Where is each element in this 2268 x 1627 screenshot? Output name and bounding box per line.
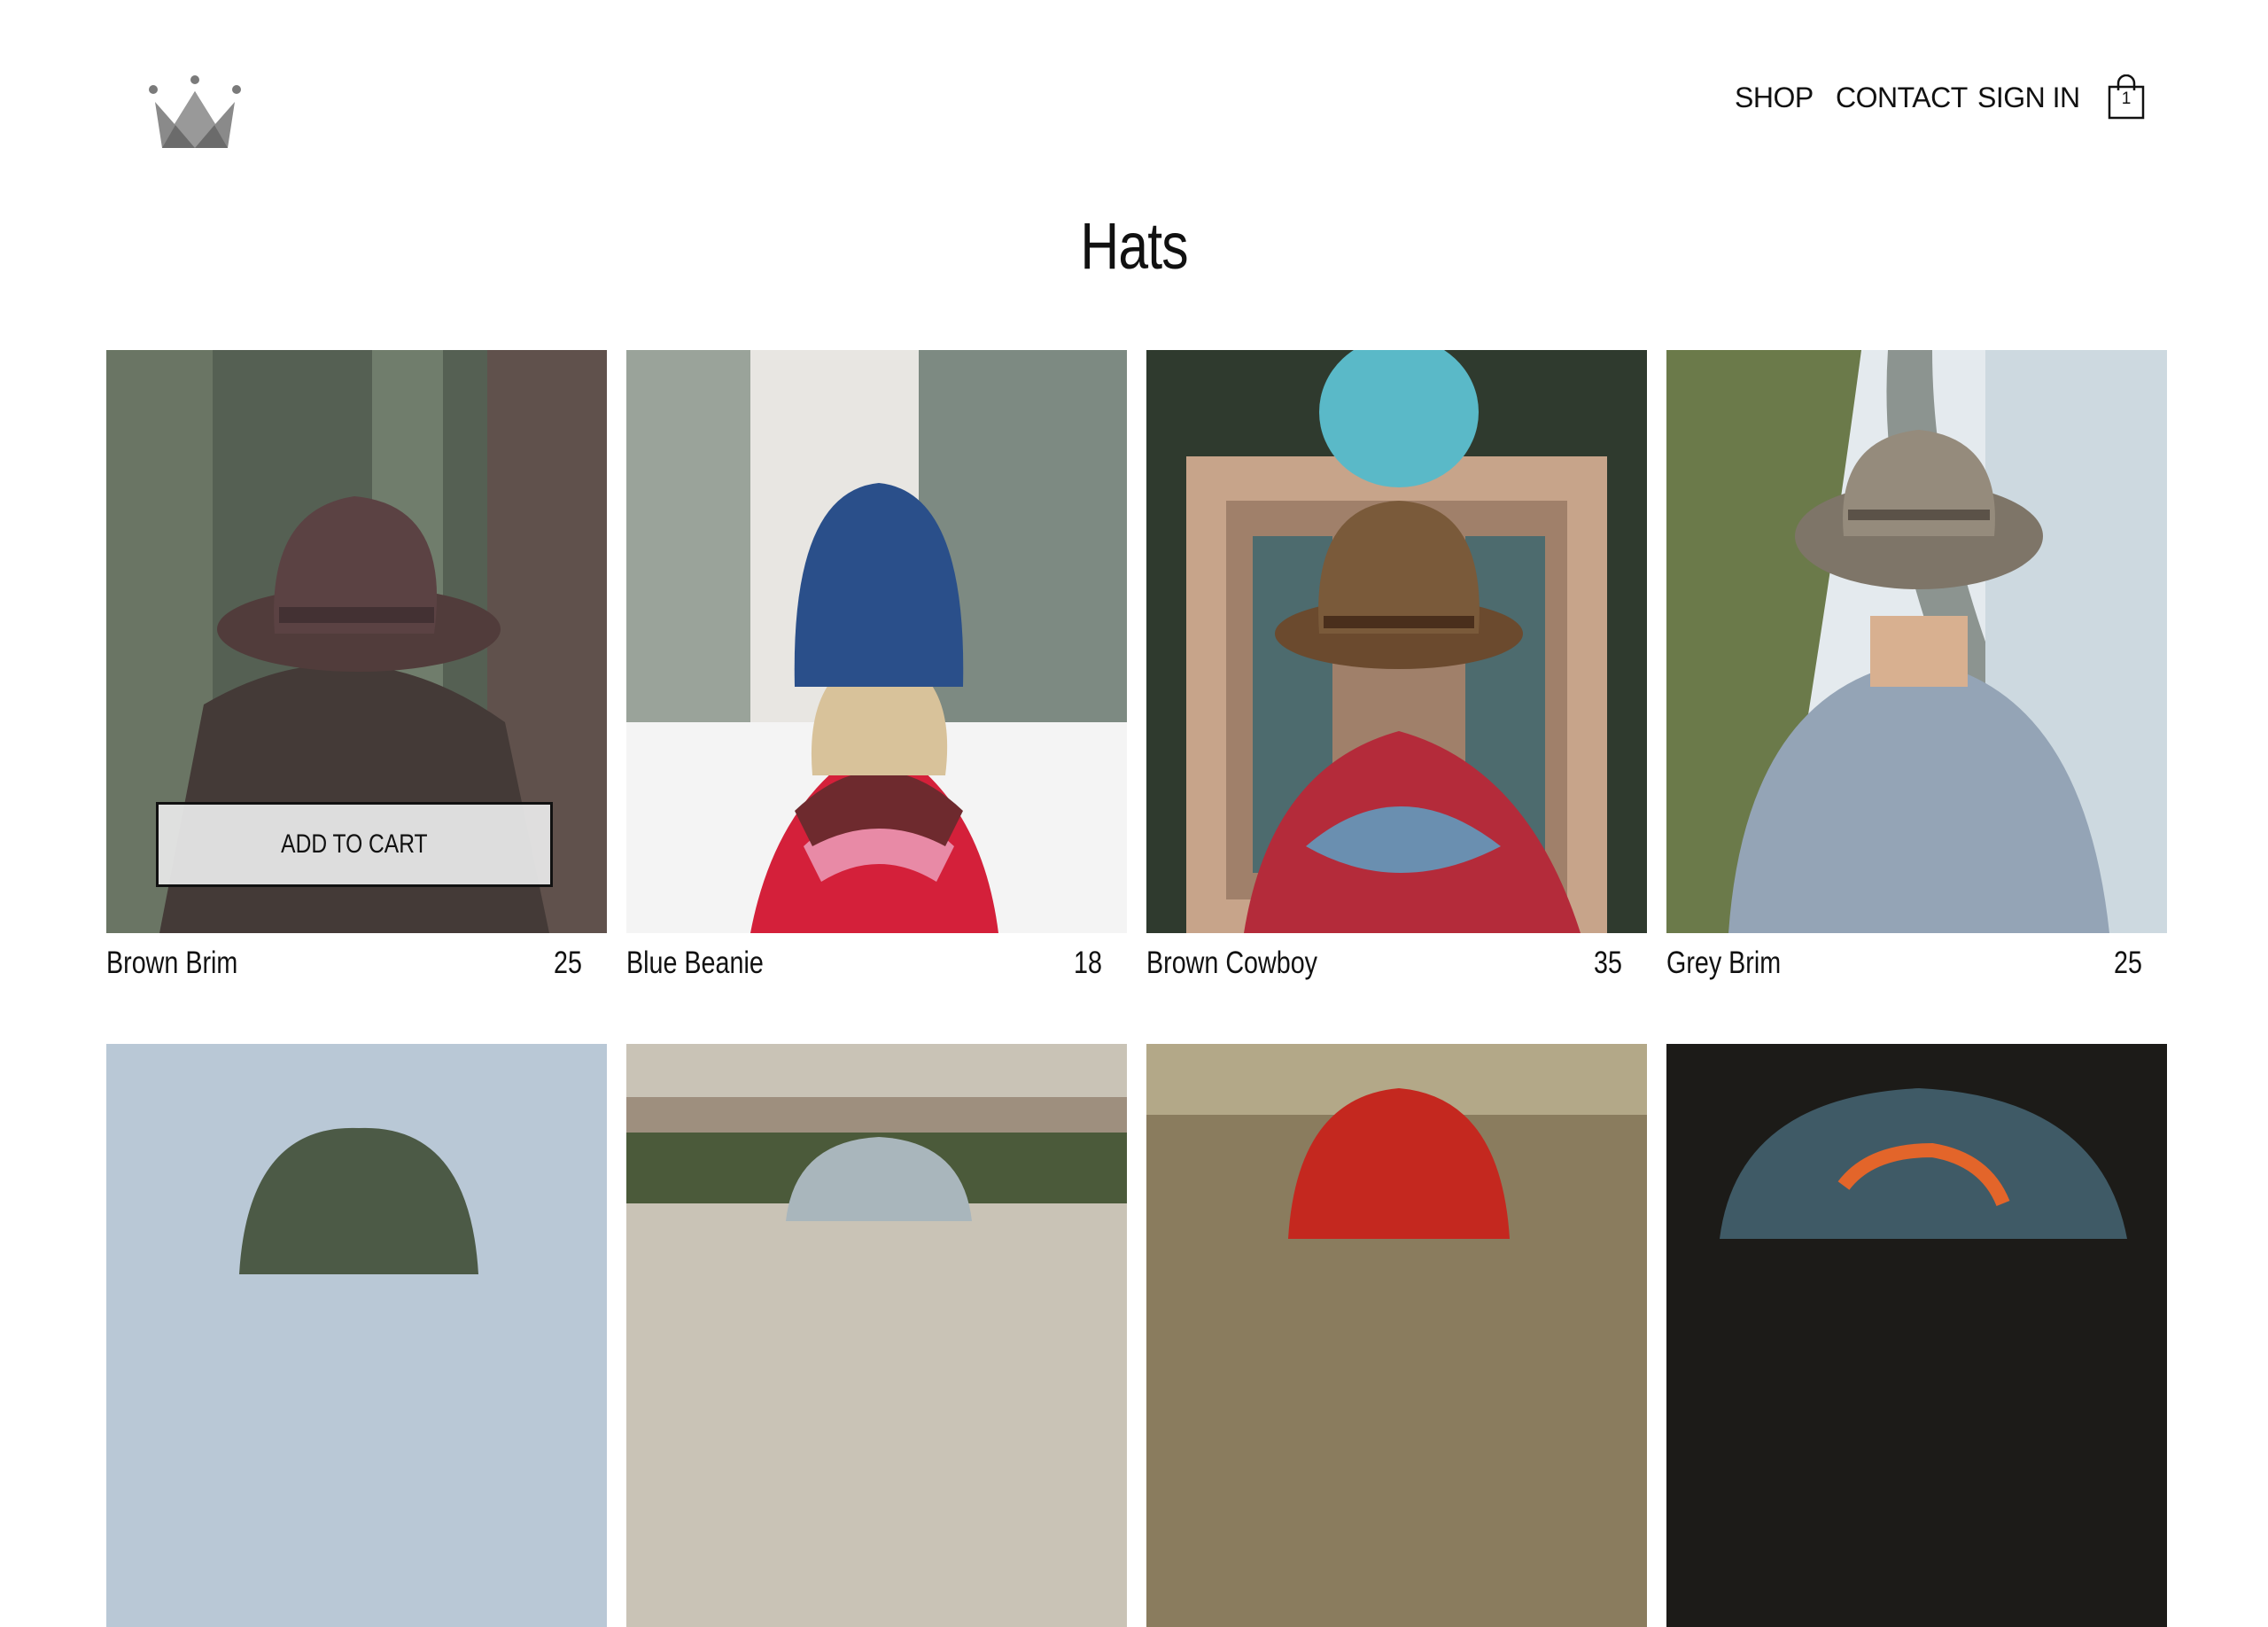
- product-card: [1666, 1044, 2167, 1627]
- product-price: 25: [2114, 946, 2142, 980]
- header: SHOP CONTACT SIGN IN 1: [0, 0, 2268, 177]
- product-caption: Grey Brim 25: [1666, 933, 2167, 995]
- product-image[interactable]: ADD TO CART: [106, 350, 607, 933]
- product-card: [626, 1044, 1127, 1627]
- product-price: 35: [1594, 946, 1622, 980]
- product-caption: Brown Brim 25: [106, 933, 607, 995]
- product-caption: Blue Beanie 18: [626, 933, 1127, 995]
- product-card: [106, 1044, 607, 1627]
- crown-logo-icon[interactable]: [146, 75, 244, 155]
- product-card: Grey Brim 25: [1666, 350, 2167, 995]
- product-image[interactable]: [1666, 350, 2167, 933]
- product-image[interactable]: [1666, 1044, 2167, 1627]
- nav-sign-in-link[interactable]: SIGN IN: [1977, 82, 2080, 113]
- product-image[interactable]: [1146, 350, 1647, 933]
- product-card: [1146, 1044, 1647, 1627]
- product-image[interactable]: [106, 1044, 607, 1627]
- main-nav: SHOP CONTACT SIGN IN 1: [1735, 74, 2146, 121]
- product-price: 25: [554, 946, 582, 980]
- product-card: Brown Cowboy 35: [1146, 350, 1647, 995]
- product-name: Grey Brim: [1666, 946, 1782, 980]
- product-image[interactable]: [626, 350, 1127, 933]
- add-to-cart-button[interactable]: ADD TO CART: [156, 802, 553, 887]
- nav-contact-link[interactable]: CONTACT: [1836, 82, 1968, 113]
- product-caption: Brown Cowboy 35: [1146, 933, 1647, 995]
- cart-button[interactable]: 1: [2107, 74, 2146, 121]
- product-name: Brown Cowboy: [1146, 946, 1318, 980]
- product-price: 18: [1074, 946, 1102, 980]
- product-name: Blue Beanie: [626, 946, 764, 980]
- page-title: Hats: [1080, 209, 1188, 283]
- cart-count: 1: [2121, 90, 2132, 108]
- product-card: Blue Beanie 18: [626, 350, 1127, 995]
- product-card: ADD TO CART Brown Brim 25: [106, 350, 607, 995]
- product-image[interactable]: [1146, 1044, 1647, 1627]
- nav-shop-link[interactable]: SHOP: [1735, 82, 1814, 113]
- product-name: Brown Brim: [106, 946, 238, 980]
- product-image[interactable]: [626, 1044, 1127, 1627]
